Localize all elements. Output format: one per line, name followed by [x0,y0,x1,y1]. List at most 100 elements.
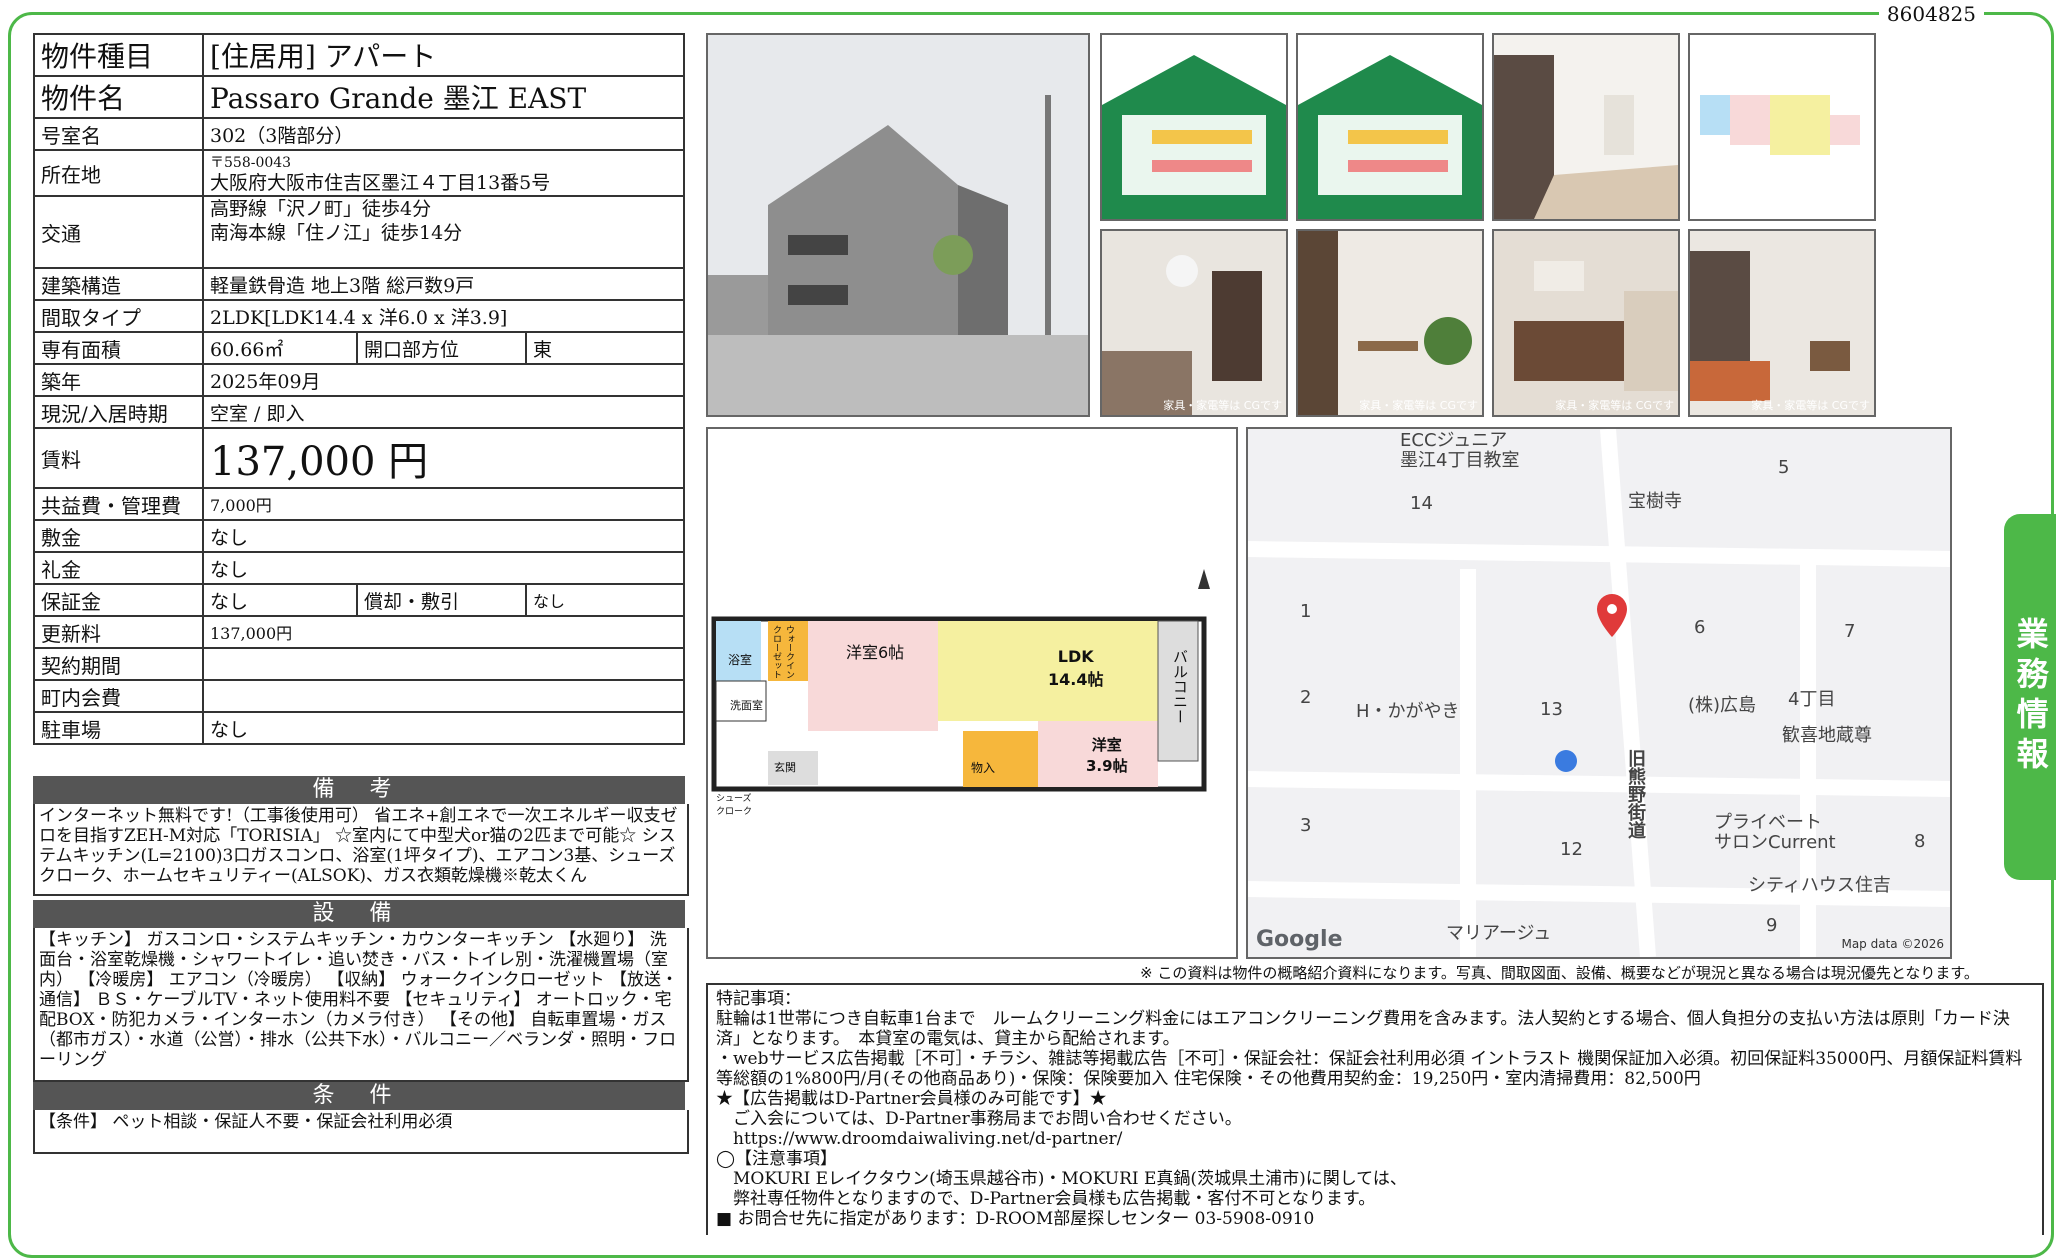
address-value: 大阪府大阪市住吉区墨江４丁目13番5号 [210,172,551,194]
map-number: 13 [1540,699,1563,720]
fee-value: 7,000円 [202,487,685,521]
equipment-header: 設 備 [33,900,685,928]
renewal-label: 更新料 [33,615,204,649]
photo-hallway[interactable] [1492,33,1680,221]
room-value: 302（3階部分） [202,117,685,151]
wash-label: 洗面室 [730,699,763,712]
map-number: 14 [1410,493,1433,514]
map-label-kumano: 旧熊野街道 [1625,749,1646,839]
photo-energy-label-1[interactable] [1100,33,1288,221]
direction-label: 開口部方位 [356,331,527,365]
note-link[interactable]: https://www.droomdaiwaliving.net/d-partn… [716,1129,2034,1149]
guarantee-label: 保証金 [33,583,204,617]
built-label: 築年 [33,363,204,397]
photo-bedroom[interactable]: 家具・家電等は CGです [1100,229,1288,417]
room-small-label: 洋室 3.9帖 [1086,736,1128,775]
map-label-cityhouse: シティハウス住吉 [1748,875,1891,896]
traffic-line-2: 南海本線「住ノ江」徒歩14分 [210,222,463,244]
floor-plan[interactable]: 洋室6帖 LDK 14.4帖 洋室 3.9帖 浴室 洗面室 玄関 物入 バルコニ… [706,427,1238,959]
address-cell: 〒558-0043 大阪府大阪市住吉区墨江４丁目13番5号 [202,149,685,197]
built-value: 2025年09月 [202,363,685,397]
storage-label: 物入 [971,761,996,775]
type-value: [住居用] アパート [202,33,685,77]
note-line: MOKURI Eレイクタウン(埼玉県越谷市)・MOKURI E真鍋(茨城県土浦市… [716,1169,1407,1189]
photo-exterior[interactable] [706,33,1090,417]
map-label-hojuji: 宝樹寺 [1628,491,1682,512]
structure-value: 軽量鉄骨造 地上3階 総戸数9戸 [202,267,685,301]
town-fee-value [202,679,685,713]
photo-caption: 家具・家電等は CGです [1751,399,1870,412]
shoes-label: シューズクローク [716,794,753,817]
town-fee-label: 町内会費 [33,679,204,713]
note-line: ご入会については、D-Partner事務局までお問い合わせください。 [716,1109,1242,1129]
status-value: 空室 / 即入 [202,395,685,429]
name-label: 物件名 [33,75,204,119]
key-money-value: なし [202,551,685,585]
photo-layout-plan[interactable] [1688,33,1876,221]
side-tab-label: 業務情報 [2011,617,2050,777]
zip-code: 〒558-0043 [210,155,292,171]
remarks-header: 備 考 [33,776,685,804]
deposit-value: なし [202,519,685,553]
map-label-jizo: 歓喜地蔵尊 [1782,725,1872,746]
room-west-label: 洋室6帖 [846,643,905,662]
layout-value: 2LDK[LDK14.4 x 洋6.0 x 洋3.9] [202,299,685,333]
note-line: ・webサービス広告掲載［不可］・チラシ、雑誌等掲載広告［不可］・保証会社：保証… [716,1049,2023,1089]
note-line: 弊社専任物件となりますので、D-Partner会員様も広告掲載・客付不可となりま… [716,1189,1376,1209]
entrance-label: 玄関 [774,761,796,774]
photo-living[interactable]: 家具・家電等は CGです [1688,229,1876,417]
address-label: 所在地 [33,149,204,197]
bath-label: 浴室 [728,653,753,667]
note-line: 駐輪は1世帯につき自転車1台まで ルームクリーニング料金にはエアコンクリーニング… [716,1009,2010,1049]
amortization-label: 償却・敷引 [356,583,527,617]
photo-energy-label-2[interactable] [1296,33,1484,221]
location-map[interactable]: ECCジュニア 墨江4丁目教室 宝樹寺 H・かがやき (株)広島 4丁目 歓喜地… [1246,427,1952,959]
renewal-value: 137,000円 [202,615,685,649]
traffic-label: 交通 [33,195,204,269]
balcony-label: バルコニー [1171,649,1189,724]
amortization-value: なし [525,583,685,617]
name-value: Passaro Grande 墨江 EAST [202,75,685,119]
walkin-label: ウォークインクローゼット [771,625,794,679]
ldk-label: LDK 14.4帖 [1048,647,1104,689]
map-label-hiroshima: (株)広島 [1688,695,1757,716]
map-number: 8 [1914,831,1926,852]
structure-label: 建築構造 [33,267,204,301]
map-label-hkagayaki: H・かがやき [1356,701,1460,722]
remarks-body: インターネット無料です!（工事後使用可） 省エネ+創エネで一次エネルギー収支ゼロ… [33,804,689,896]
status-label: 現況/入居時期 [33,395,204,429]
area-label: 専有面積 [33,331,204,365]
contract-label: 契約期間 [33,647,204,681]
side-tab-business-info[interactable]: 業務情報 [2004,514,2056,880]
floor-plan-drawing [711,569,1210,792]
map-number: 12 [1560,839,1583,860]
note-line: 特記事項： [716,989,801,1009]
map-label-ecc: ECCジュニア 墨江4丁目教室 [1400,430,1520,471]
map-number: 5 [1778,457,1790,478]
layout-label: 間取タイプ [33,299,204,333]
photo-study[interactable]: 家具・家電等は CGです [1296,229,1484,417]
conditions-header: 条 件 [33,1082,685,1110]
note-line: ★【広告掲載はD-Partner会員様のみ可能です】★ [716,1089,1107,1109]
type-label: 物件種目 [33,33,204,77]
map-label-current: プライベート サロンCurrent [1714,812,1836,853]
photo-kitchen[interactable]: 家具・家電等は CGです [1492,229,1680,417]
map-number: 2 [1300,687,1312,708]
photo-caption: 家具・家電等は CGです [1163,399,1282,412]
note-line: ◯【注意事項】 [716,1149,838,1169]
photo-caption: 家具・家電等は CGです [1555,399,1674,412]
rent-value: 137,000 円 [202,427,685,489]
map-number: 1 [1300,601,1312,622]
parking-value: なし [202,711,685,745]
photo-caption: 家具・家電等は CGです [1359,399,1478,412]
conditions-body: 【条件】 ペット相談・保証人不要・保証会社利用必須 [33,1110,689,1154]
google-logo: Google [1256,927,1343,952]
traffic-cell: 高野線「沢ノ町」徒歩4分 南海本線「住ノ江」徒歩14分 [202,195,685,269]
rent-label: 賃料 [33,427,204,489]
key-money-label: 礼金 [33,551,204,585]
map-number: 6 [1694,617,1706,638]
room-label: 号室名 [33,117,204,151]
note-line: ■ お問合せ先に指定があります：D-ROOM部屋探しセンター 03-5908-0… [716,1209,1315,1229]
area-value: 60.66㎡ [202,331,358,365]
map-label-mariage: マリアージュ [1446,923,1552,944]
